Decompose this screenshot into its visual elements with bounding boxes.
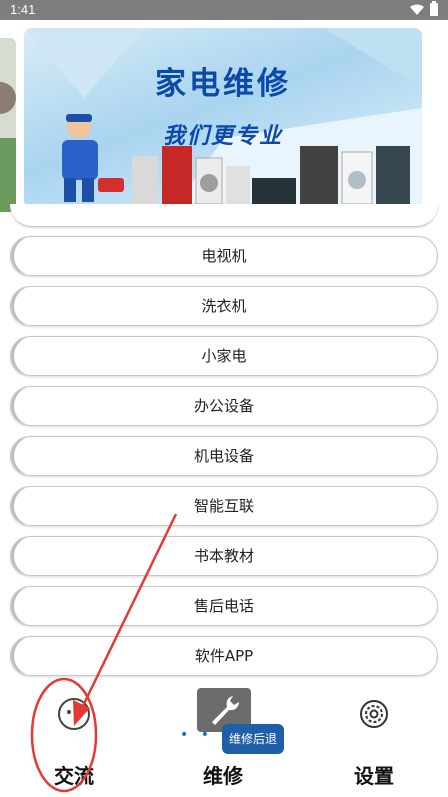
tab-chat-label[interactable]: 交流 — [54, 760, 94, 789]
gear-icon[interactable] — [358, 698, 390, 734]
banner-title: 家电维修 — [155, 66, 291, 102]
status-icons — [410, 1, 438, 16]
category-item-electromechanical[interactable]: 机电设备 — [10, 436, 438, 476]
category-item-textbooks[interactable]: 书本教材 — [10, 536, 438, 576]
battery-icon — [430, 1, 438, 16]
category-item-office-equipment[interactable]: 办公设备 — [10, 386, 438, 426]
category-item-smart-iot[interactable]: 智能互联 — [10, 486, 438, 526]
page-indicator-dots: • • — [180, 727, 213, 743]
category-item-washing-machine[interactable]: 洗衣机 — [10, 286, 438, 326]
category-item-tv[interactable]: 电视机 — [10, 236, 438, 276]
category-item-after-sales-phone[interactable]: 售后电话 — [10, 586, 438, 626]
back-tooltip: 维修后退 — [222, 724, 284, 754]
banner-carousel[interactable]: 家电维修 我们更专业 — [0, 20, 448, 212]
banner-previous-slide[interactable] — [0, 38, 16, 212]
tab-settings-label[interactable]: 设置 — [354, 760, 394, 789]
category-item-software-app[interactable]: 软件APP — [10, 636, 438, 676]
status-bar: 1:41 — [0, 0, 448, 20]
tab-repair-label[interactable]: 维修 — [203, 760, 243, 789]
list-item-partial[interactable] — [10, 204, 438, 227]
banner-subtitle: 我们更专业 — [162, 124, 283, 149]
category-item-small-appliance[interactable]: 小家电 — [10, 336, 438, 376]
banner-slide[interactable]: 家电维修 我们更专业 — [24, 28, 422, 208]
wifi-icon — [410, 4, 424, 15]
chat-icon[interactable] — [56, 696, 92, 736]
status-time: 1:41 — [10, 2, 36, 17]
